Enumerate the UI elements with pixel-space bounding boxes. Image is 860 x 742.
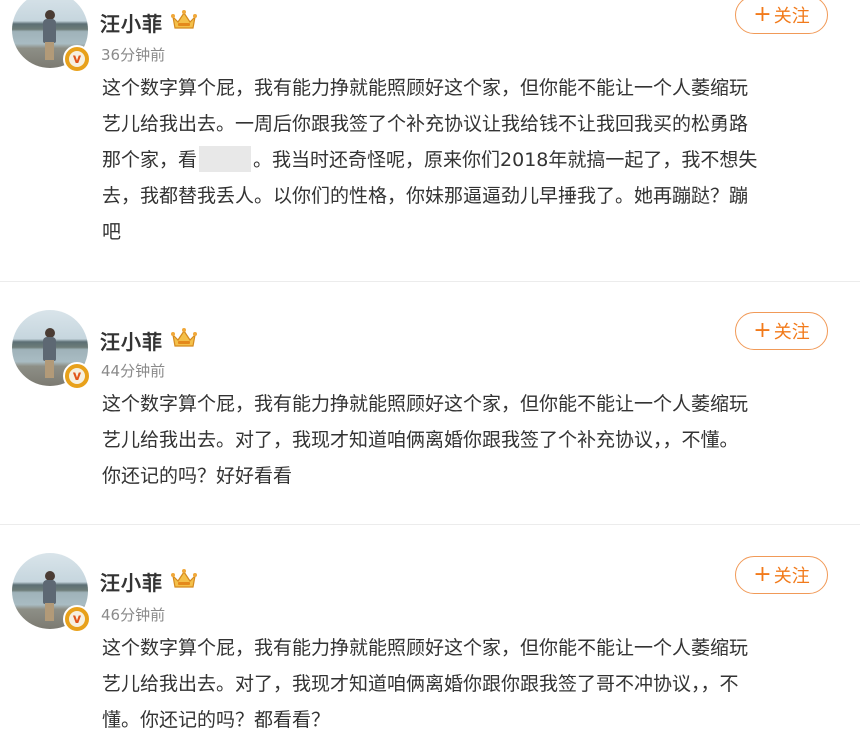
content-line: 这个数字算个屁，我有能力挣就能照顾好这个家，但你能不能让一个人萎缩玩 (102, 637, 749, 659)
crown-icon (171, 10, 197, 29)
follow-label: 关注 (773, 566, 810, 587)
weibo-post: v 汪小菲 46分钟前 + 关注 这个数字算个屁，我有能力挣就能照顾好这个家，但… (0, 525, 860, 742)
content-line: 艺儿给我出去。对了，我现才知道咱俩离婚你跟我签了个补充协议，，不懂。 (102, 429, 739, 451)
content-line: 这个数字算个屁，我有能力挣就能照顾好这个家，但你能不能让一个人萎缩玩 (102, 77, 749, 99)
avatar-figure-body (43, 19, 56, 43)
avatar-figure-legs (45, 42, 54, 60)
content-line: 这个数字算个屁，我有能力挣就能照顾好这个家，但你能不能让一个人萎缩玩 (102, 393, 749, 415)
username[interactable]: 汪小菲 (100, 326, 163, 355)
follow-button[interactable]: + 关注 (735, 312, 828, 350)
username[interactable]: 汪小菲 (100, 567, 163, 596)
avatar-figure-legs (45, 603, 54, 621)
content-line: 懂。你还记的吗？都看看？ (102, 709, 331, 731)
content-line: 去，我都替我丢人。以你们的性格，你妹那逼逼劲儿早捶我了。她再蹦跶？蹦 (102, 185, 749, 207)
post-content: 这个数字算个屁，我有能力挣就能照顾好这个家，但你能不能让一个人萎缩玩 艺儿给我出… (102, 70, 824, 250)
avatar-figure-legs (45, 360, 54, 378)
verified-badge-icon: v (63, 362, 91, 390)
weibo-post: v 汪小菲 44分钟前 + 关注 这个数字算个屁，我有能力挣就能照顾好这个家，但… (0, 282, 860, 522)
plus-icon: + (753, 318, 772, 343)
avatar-figure-body (43, 337, 56, 361)
follow-button[interactable]: + 关注 (735, 0, 828, 34)
follow-label: 关注 (773, 322, 810, 343)
post-time: 46分钟前 (101, 606, 166, 624)
plus-icon: + (753, 2, 772, 27)
follow-button[interactable]: + 关注 (735, 556, 828, 594)
username[interactable]: 汪小菲 (100, 8, 163, 37)
content-line: 你还记的吗？好好看看 (102, 465, 293, 487)
post-time: 44分钟前 (101, 362, 166, 380)
content-fragment: 。我当时还奇怪呢，原来你们2018年就搞一起了，我不想失 (253, 149, 758, 171)
follow-label: 关注 (773, 6, 810, 27)
verified-badge-icon: v (63, 45, 91, 73)
content-line: 艺儿给我出去。对了，我现才知道咱俩离婚你跟你跟我签了哥不冲协议，，不 (102, 673, 739, 695)
content-line: 吧 (102, 221, 122, 243)
plus-icon: + (753, 562, 772, 587)
redacted-mask (199, 146, 252, 172)
crown-icon (171, 328, 197, 347)
post-content: 这个数字算个屁，我有能力挣就能照顾好这个家，但你能不能让一个人萎缩玩 艺儿给我出… (102, 630, 824, 738)
content-fragment: 那个家，看 (102, 149, 198, 171)
crown-icon (171, 569, 197, 588)
post-content: 这个数字算个屁，我有能力挣就能照顾好这个家，但你能不能让一个人萎缩玩 艺儿给我出… (102, 386, 824, 494)
content-line: 那个家，看 。我当时还奇怪呢，原来你们2018年就搞一起了，我不想失 (102, 142, 824, 178)
avatar-figure-body (43, 580, 56, 604)
weibo-post: v 汪小菲 36分钟前 + 关注 这个数字算个屁，我有能力挣就能照顾好这个家，但… (0, 0, 860, 280)
verified-badge-icon: v (63, 605, 91, 633)
content-line: 艺儿给我出去。一周后你跟我签了个补充协议让我给钱不让我回我买的松勇路 (102, 113, 749, 135)
post-time: 36分钟前 (101, 46, 166, 64)
